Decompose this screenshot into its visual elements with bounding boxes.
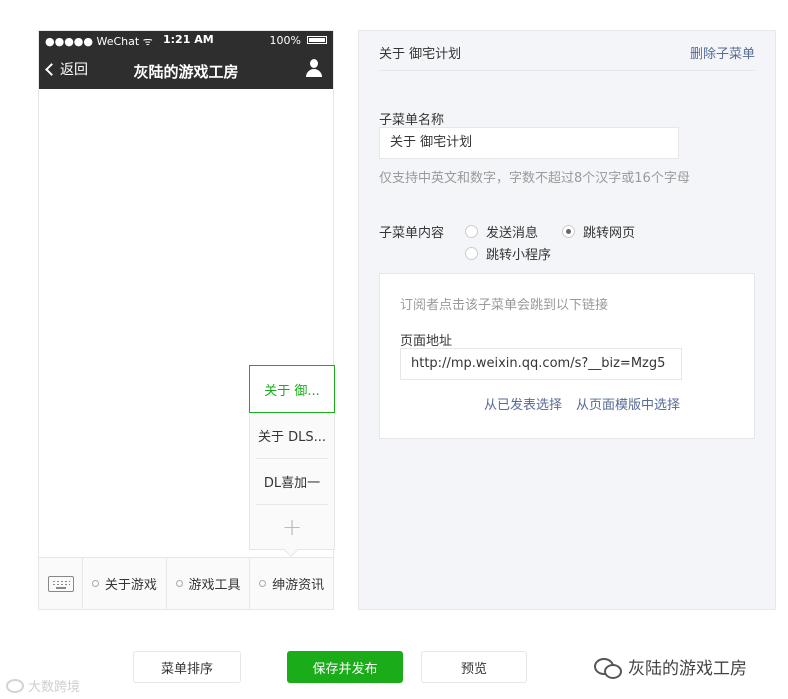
save-publish-button[interactable]: 保存并发布	[287, 651, 403, 683]
submenu-dot-icon	[91, 580, 99, 587]
name-label: 子菜单名称	[379, 113, 445, 128]
choose-links: 从已发表选择 从页面模版中选择	[484, 394, 680, 413]
submenu-name-input[interactable]: 关于 御宅计划	[379, 127, 679, 159]
link-hint: 订阅者点击该子菜单会跳到以下链接	[400, 298, 609, 313]
radio-label: 发送消息	[486, 226, 539, 241]
panel-title: 关于 御宅计划	[379, 47, 462, 62]
battery-icon	[307, 36, 327, 44]
watermark-right-text: 灰陆的游戏工房	[628, 659, 747, 679]
choose-template-link[interactable]: 从页面模版中选择	[576, 394, 680, 413]
radio-checked-icon	[562, 225, 575, 238]
url-label: 页面地址	[400, 334, 453, 349]
radio-icon	[465, 247, 478, 260]
choose-published-link[interactable]: 从已发表选择	[484, 394, 562, 413]
user-icon[interactable]	[305, 59, 323, 77]
nav-bar: 返回 灰陆的游戏工房	[39, 49, 333, 89]
radio-icon	[465, 225, 478, 238]
panel-header: 关于 御宅计划 删除子菜单	[379, 31, 755, 71]
status-time: 1:21 AM	[163, 33, 214, 46]
add-submenu-button[interactable]: +	[250, 505, 334, 549]
phone-preview: ●●●●● WeChat ᯤ 1:21 AM 100% 返回 灰陆的游戏工房 关…	[38, 30, 335, 610]
radio-mini-program[interactable]: 跳转小程序	[465, 244, 551, 263]
menu-item-news[interactable]: 绅游资讯	[250, 558, 333, 609]
custom-menu-bar: 关于游戏 游戏工具 绅游资讯	[39, 557, 333, 609]
keyboard-toggle[interactable]	[39, 558, 83, 609]
watermark-left-text: 大数跨境	[28, 680, 81, 695]
menu-item-game-tools[interactable]: 游戏工具	[167, 558, 251, 609]
menu-item-label: 绅游资讯	[272, 578, 325, 593]
submenu-dot-icon	[175, 580, 183, 587]
watermark-logo-icon	[6, 678, 24, 693]
submenu-popup: 关于 御... 关于 DLS... DL喜加一 +	[249, 365, 335, 558]
menu-item-label: 关于游戏	[104, 578, 157, 593]
battery-percent: 100%	[269, 34, 301, 47]
radio-jump-webpage[interactable]: 跳转网页	[562, 222, 635, 241]
menu-item-label: 游戏工具	[188, 578, 241, 593]
status-bar: ●●●●● WeChat ᯤ 1:21 AM 100%	[39, 31, 333, 49]
menu-item-about-games[interactable]: 关于游戏	[83, 558, 167, 609]
keyboard-icon	[47, 575, 74, 592]
radio-label: 跳转小程序	[486, 248, 552, 263]
submenu-edit-panel: 关于 御宅计划 删除子菜单 子菜单名称 关于 御宅计划 仅支持中英文和数字，字数…	[358, 30, 776, 610]
preview-button[interactable]: 预览	[421, 651, 527, 683]
content-label: 子菜单内容	[379, 226, 445, 241]
link-settings-box: 订阅者点击该子菜单会跳到以下链接 页面地址 http://mp.weixin.q…	[379, 273, 755, 439]
radio-send-message[interactable]: 发送消息	[465, 222, 538, 241]
name-hint: 仅支持中英文和数字，字数不超过8个汉字或16个字母	[379, 171, 690, 186]
submenu-item-3[interactable]: DL喜加一	[256, 459, 328, 505]
radio-label: 跳转网页	[583, 226, 636, 241]
wechat-icon	[594, 656, 622, 679]
carrier-label: ●●●●● WeChat ᯤ	[45, 35, 153, 48]
submenu-item-1[interactable]: 关于 御...	[249, 365, 335, 413]
account-title: 灰陆的游戏工房	[133, 63, 239, 81]
delete-submenu-link[interactable]: 删除子菜单	[690, 43, 755, 62]
menu-sort-button[interactable]: 菜单排序	[133, 651, 241, 683]
page-url-input[interactable]: http://mp.weixin.qq.com/s?__biz=Mzg5	[400, 348, 682, 380]
watermark-left: 大数跨境	[6, 676, 80, 695]
submenu-item-2[interactable]: 关于 DLS...	[256, 413, 328, 459]
watermark-right: 灰陆的游戏工房	[594, 654, 747, 679]
submenu-dot-icon	[259, 580, 267, 587]
